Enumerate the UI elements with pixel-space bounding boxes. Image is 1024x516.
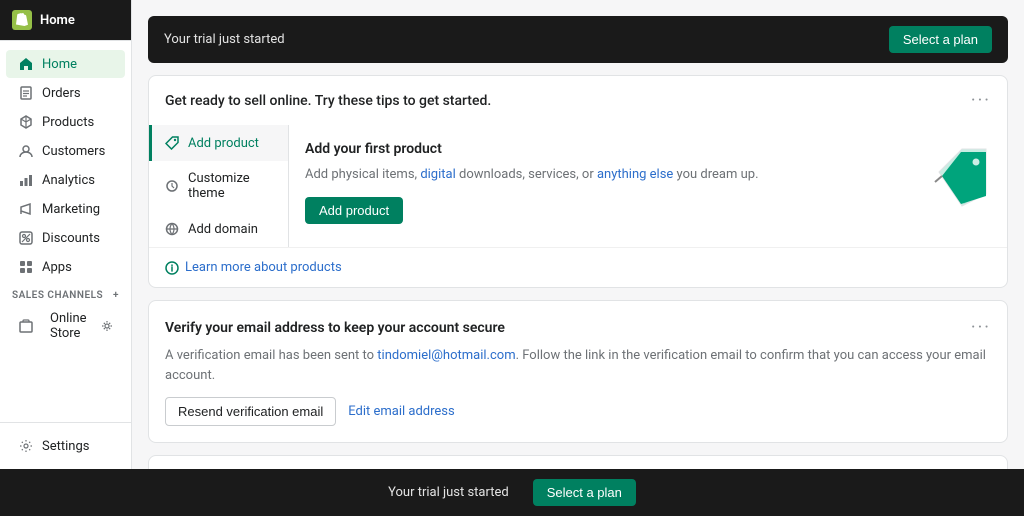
add-sales-channel-icon[interactable]: + bbox=[113, 290, 119, 301]
sidebar-products-label: Products bbox=[42, 115, 94, 130]
sidebar-settings-label: Settings bbox=[42, 439, 89, 454]
domain-icon bbox=[164, 221, 180, 237]
tip-item-customize-theme[interactable]: Customize theme bbox=[149, 161, 288, 211]
sidebar-footer: Settings bbox=[0, 422, 131, 469]
tip-item-add-product[interactable]: Add product bbox=[149, 125, 288, 161]
select-plan-button[interactable]: Select a plan bbox=[889, 26, 992, 53]
online-store-settings-icon[interactable] bbox=[101, 320, 113, 332]
sidebar-item-apps[interactable]: Apps bbox=[6, 253, 125, 281]
tips-content-desc: Add physical items, digital downloads, s… bbox=[305, 165, 919, 185]
tips-content-title: Add your first product bbox=[305, 141, 919, 157]
tips-card-header: Get ready to sell online. Try these tips… bbox=[149, 76, 1007, 125]
product-illustration bbox=[931, 141, 991, 211]
tip-item-add-domain[interactable]: Add domain bbox=[149, 211, 288, 247]
apps-icon bbox=[18, 259, 34, 275]
sidebar-item-products[interactable]: Products bbox=[6, 108, 125, 136]
verify-email-title: Verify your email address to keep your a… bbox=[165, 320, 505, 336]
shopify-logo-icon bbox=[12, 10, 32, 30]
select-plan-button-bottom[interactable]: Select a plan bbox=[533, 479, 636, 506]
orders-icon bbox=[18, 85, 34, 101]
sidebar-nav: Home Orders bbox=[0, 41, 131, 422]
tip-add-product-label: Add product bbox=[188, 136, 259, 151]
sidebar-item-online-store[interactable]: Online Store bbox=[6, 306, 125, 346]
sidebar-item-settings[interactable]: Settings bbox=[6, 432, 125, 460]
tips-card-title: Get ready to sell online. Try these tips… bbox=[165, 93, 491, 109]
tip-domain-label: Add domain bbox=[188, 222, 258, 237]
discounts-icon bbox=[18, 230, 34, 246]
learn-more-link[interactable]: Learn more about products bbox=[165, 260, 991, 275]
tutorials-card: Get to know Shopify with guided video tu… bbox=[148, 455, 1008, 469]
verify-actions: Resend verification email Edit email add… bbox=[165, 397, 991, 426]
edit-email-link[interactable]: Edit email address bbox=[348, 404, 454, 419]
trial-banner-text: Your trial just started bbox=[164, 32, 285, 47]
main-content: Your trial just started Select a plan Ge… bbox=[132, 0, 1024, 469]
products-icon bbox=[18, 114, 34, 130]
sidebar-analytics-label: Analytics bbox=[42, 173, 95, 188]
info-icon bbox=[165, 261, 179, 275]
home-icon bbox=[18, 56, 34, 72]
verify-email-desc: A verification email has been sent to ti… bbox=[165, 346, 991, 385]
tips-footer: Learn more about products bbox=[149, 247, 1007, 287]
online-store-label: Online Store bbox=[50, 311, 101, 341]
sidebar-item-analytics[interactable]: Analytics bbox=[6, 166, 125, 194]
verify-email-card: Verify your email address to keep your a… bbox=[148, 300, 1008, 443]
anything-link[interactable]: anything else bbox=[597, 167, 673, 182]
sidebar-orders-label: Orders bbox=[42, 86, 81, 101]
sidebar-apps-label: Apps bbox=[42, 260, 72, 275]
bottom-bar: Your trial just started Select a plan bbox=[0, 469, 1024, 516]
analytics-icon bbox=[18, 172, 34, 188]
tips-card: Get ready to sell online. Try these tips… bbox=[148, 75, 1008, 288]
bottom-bar-text: Your trial just started bbox=[388, 485, 509, 500]
trial-banner: Your trial just started Select a plan bbox=[148, 16, 1008, 63]
digital-link[interactable]: digital bbox=[420, 167, 455, 182]
sidebar-item-orders[interactable]: Orders bbox=[6, 79, 125, 107]
email-link[interactable]: tindomiel@hotmail.com bbox=[377, 348, 515, 363]
verify-email-header: Verify your email address to keep your a… bbox=[165, 317, 991, 338]
sidebar-item-discounts[interactable]: Discounts bbox=[6, 224, 125, 252]
add-product-button[interactable]: Add product bbox=[305, 197, 403, 224]
sidebar-logo: Home bbox=[0, 0, 131, 41]
resend-verification-button[interactable]: Resend verification email bbox=[165, 397, 336, 426]
sidebar-item-home[interactable]: Home bbox=[6, 50, 125, 78]
sidebar-home-label: Home bbox=[42, 57, 77, 72]
settings-icon bbox=[18, 438, 34, 454]
sales-channels-section: SALES CHANNELS + bbox=[0, 282, 131, 305]
verify-card-menu-icon[interactable]: ··· bbox=[971, 317, 991, 338]
sidebar-item-marketing[interactable]: Marketing bbox=[6, 195, 125, 223]
customize-icon bbox=[164, 178, 180, 194]
sidebar-item-customers[interactable]: Customers bbox=[6, 137, 125, 165]
sales-channels-label: SALES CHANNELS bbox=[12, 290, 103, 301]
sidebar-customers-label: Customers bbox=[42, 144, 105, 159]
customers-icon bbox=[18, 143, 34, 159]
sidebar: Home Home bbox=[0, 0, 132, 469]
tips-sidebar: Add product Customize theme bbox=[149, 125, 289, 247]
learn-more-text: Learn more about products bbox=[185, 260, 342, 275]
tips-card-menu-icon[interactable]: ··· bbox=[971, 90, 991, 111]
tips-body: Add product Customize theme bbox=[149, 125, 1007, 247]
tip-customize-label: Customize theme bbox=[188, 171, 276, 201]
online-store-icon bbox=[18, 318, 34, 334]
tips-content: Add your first product Add physical item… bbox=[289, 125, 1007, 247]
marketing-icon bbox=[18, 201, 34, 217]
sidebar-marketing-label: Marketing bbox=[42, 202, 100, 217]
sidebar-discounts-label: Discounts bbox=[42, 231, 100, 246]
tag-icon bbox=[164, 135, 180, 151]
store-name: Home bbox=[40, 13, 75, 28]
tips-content-text: Add your first product Add physical item… bbox=[305, 141, 919, 224]
